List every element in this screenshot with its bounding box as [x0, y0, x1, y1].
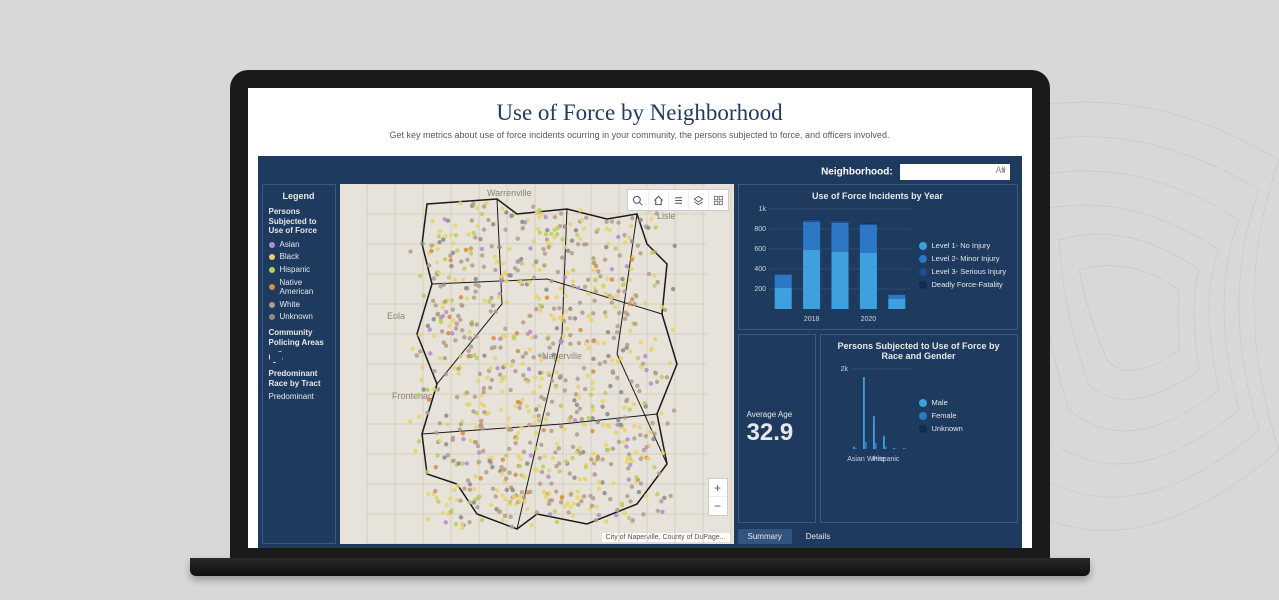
legend-item: White: [269, 300, 329, 310]
charts-panel: Use of Force Incidents by Year 200 400 600…: [738, 184, 1018, 544]
tab-details[interactable]: Details: [796, 529, 840, 544]
svg-text:1k: 1k: [758, 206, 766, 213]
neighborhood-filter-label: Neighborhood:: [821, 167, 893, 178]
legend-dot-icon: [269, 242, 275, 248]
chart-legend-item: Unknown: [919, 424, 1009, 433]
chart-legend-item: Level 1- No Injury: [919, 241, 1009, 250]
svg-text:2018: 2018: [803, 316, 819, 323]
legend-panel: Legend Persons Subjected to Use of Force…: [262, 184, 336, 544]
legend-dot-icon: [269, 314, 275, 320]
legend-swatch-icon: [919, 399, 927, 407]
svg-text:800: 800: [754, 226, 766, 233]
map-toolbar: [627, 189, 729, 211]
year-chart-card: Use of Force Incidents by Year 200 400 600…: [738, 184, 1018, 330]
legend-group-persons: Persons Subjected to Use of Force: [269, 207, 329, 236]
svg-text:Hispanic: Hispanic: [872, 456, 899, 463]
legend-group-tract: Predominant Race by Tract: [269, 369, 329, 388]
zoom-out-button[interactable]: −: [709, 497, 727, 515]
page-header: Use of Force by Neighborhood Get key met…: [248, 88, 1032, 146]
average-age-value: 32.9: [747, 419, 794, 447]
legend-swatch-icon: [919, 255, 927, 263]
zoom-in-button[interactable]: +: [709, 479, 727, 497]
average-age-label: Average Age: [747, 410, 793, 419]
chart-legend-item: Female: [919, 411, 1009, 420]
race-gender-chart-plot[interactable]: 2kAsianWhiteHispanic: [829, 365, 913, 465]
map-panel[interactable]: + − City of Naperville, County of DuPage…: [340, 184, 734, 544]
svg-text:2k: 2k: [840, 366, 848, 373]
svg-text:600: 600: [754, 246, 766, 253]
legend-swatch-icon: [919, 425, 927, 433]
map-zoom-control: + −: [708, 478, 728, 516]
year-chart-plot[interactable]: 200 400 600 800 1k 2018 2020: [747, 205, 913, 325]
legend-item: Unknown: [269, 312, 329, 322]
legend-group-policing: Community Policing Areas: [269, 328, 329, 347]
chart-legend-item: Deadly Force-Fatality: [919, 280, 1009, 289]
tab-summary[interactable]: Summary: [738, 529, 792, 544]
legend-dot-icon: [269, 267, 275, 273]
legend-dot-icon: [269, 254, 275, 260]
legend-dot-icon: [269, 302, 275, 308]
map-search-button[interactable]: [628, 190, 648, 210]
laptop-frame: Use of Force by Neighborhood Get key met…: [230, 70, 1050, 576]
svg-text:Lisle: Lisle: [657, 211, 676, 221]
svg-text:Naperville: Naperville: [542, 351, 582, 361]
year-chart-title: Use of Force Incidents by Year: [747, 191, 1009, 201]
svg-text:Eola: Eola: [387, 311, 405, 321]
legend-item: Black: [269, 252, 329, 262]
svg-text:200: 200: [754, 286, 766, 293]
map-home-button[interactable]: [648, 190, 668, 210]
legend-swatch-icon: [919, 412, 927, 420]
map-legend-button[interactable]: [668, 190, 688, 210]
svg-text:Warrenville: Warrenville: [487, 188, 532, 198]
legend-item-predominant: Predominant: [269, 392, 329, 402]
svg-text:2020: 2020: [860, 316, 876, 323]
legend-dot-icon: [269, 284, 275, 290]
map-layers-button[interactable]: [688, 190, 708, 210]
map-basemap-button[interactable]: [708, 190, 728, 210]
year-chart-legend: Level 1- No Injury Level 2- Minor Injury L…: [919, 237, 1009, 293]
laptop-base: [190, 558, 1090, 576]
legend-item: Native American: [269, 278, 329, 297]
chart-legend-item: Male: [919, 398, 1009, 407]
dashboard: Neighborhood: All Legend Persons Subject…: [258, 156, 1022, 548]
legend-item: Asian: [269, 240, 329, 250]
race-gender-chart-card: Persons Subjected to Use of Force by Rac…: [820, 334, 1018, 523]
neighborhood-select[interactable]: All: [900, 164, 1010, 180]
chart-legend-item: Level 3- Serious Injury: [919, 267, 1009, 276]
filter-bar: Neighborhood: All: [262, 160, 1018, 184]
chart-legend-item: Level 2- Minor Injury: [919, 254, 1009, 263]
polygon-icon: [269, 351, 283, 363]
legend-swatch-icon: [919, 281, 927, 289]
svg-text:Asian: Asian: [847, 456, 865, 463]
average-age-card: Average Age 32.9: [738, 334, 816, 523]
race-gender-chart-title: Persons Subjected to Use of Force by Rac…: [829, 341, 1009, 361]
legend-title: Legend: [269, 191, 329, 201]
svg-text:400: 400: [754, 266, 766, 273]
page-subtitle: Get key metrics about use of force incid…: [268, 130, 1012, 140]
race-gender-chart-legend: Male Female Unknown: [919, 394, 1009, 437]
map-canvas[interactable]: WarrenvilleLisleEolaFrontenacNaperville: [340, 184, 734, 544]
screen: Use of Force by Neighborhood Get key met…: [248, 88, 1032, 548]
legend-swatch-icon: [919, 242, 927, 250]
chart-tabs: Summary Details: [738, 529, 1018, 544]
legend-item: Hispanic: [269, 265, 329, 275]
legend-swatch-icon: [919, 268, 927, 276]
page-title: Use of Force by Neighborhood: [268, 100, 1012, 126]
